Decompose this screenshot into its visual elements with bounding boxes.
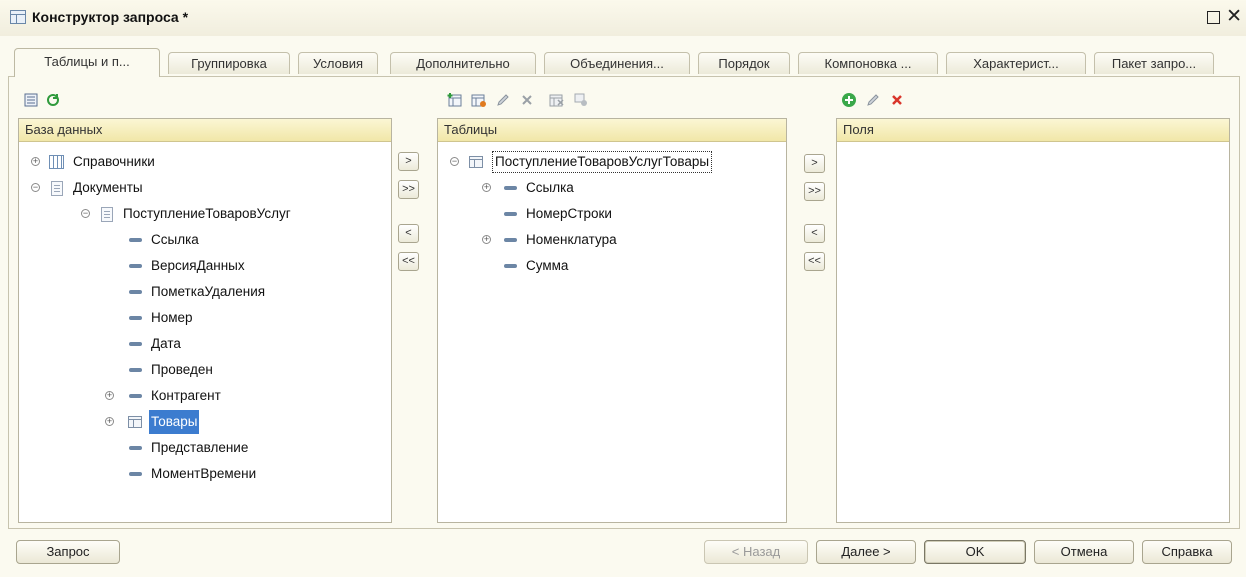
- tables-panel[interactable]: Таблицы − ПоступлениеТоваровУслугТовары …: [437, 118, 787, 523]
- edit-icon[interactable]: [494, 91, 512, 109]
- tab-composition[interactable]: Компоновка ...: [798, 52, 938, 74]
- document-icon: [101, 207, 113, 222]
- tree-item-label: МоментВремени: [151, 466, 257, 481]
- database-panel-header: База данных: [19, 119, 391, 142]
- replace-table-icon[interactable]: [548, 91, 566, 109]
- maximize-icon[interactable]: [1207, 11, 1220, 24]
- tab-additional[interactable]: Дополнительно: [390, 52, 536, 74]
- tree-item-label: ВерсияДанных: [151, 258, 245, 273]
- collapse-icon[interactable]: −: [81, 209, 90, 218]
- edit-field-icon[interactable]: [864, 91, 882, 109]
- tree-item-label: Номер: [151, 310, 193, 325]
- tab-conditions[interactable]: Условия: [298, 52, 378, 74]
- add-field-icon[interactable]: [840, 91, 858, 109]
- field-icon: [504, 186, 517, 190]
- tree-item-label: НомерСтроки: [526, 206, 612, 221]
- add-table-icon[interactable]: [446, 91, 464, 109]
- field-icon: [504, 212, 517, 216]
- tables-panel-header: Таблицы: [438, 119, 786, 142]
- fields-panel-header: Поля: [837, 119, 1229, 142]
- expand-icon[interactable]: +: [482, 235, 491, 244]
- fields-panel[interactable]: Поля: [836, 118, 1230, 523]
- tab-unions[interactable]: Объединения...: [544, 52, 690, 74]
- field-icon: [129, 316, 142, 320]
- add-all-fields-button[interactable]: >>: [804, 182, 825, 201]
- tab-tables[interactable]: Таблицы и п...: [14, 48, 160, 77]
- add-table-button[interactable]: >: [398, 152, 419, 171]
- catalog-icon: [49, 155, 64, 169]
- tree-item-label: Представление: [151, 440, 249, 455]
- expand-icon[interactable]: +: [482, 183, 491, 192]
- remove-field-button[interactable]: <: [804, 224, 825, 243]
- collapse-icon[interactable]: −: [31, 183, 40, 192]
- tree-item-label: Документы: [73, 180, 143, 195]
- window-title: Конструктор запроса *: [32, 9, 189, 25]
- delete-field-icon[interactable]: [888, 91, 906, 109]
- tab-query-batch[interactable]: Пакет запро...: [1094, 52, 1214, 74]
- remove-all-fields-button[interactable]: <<: [804, 252, 825, 271]
- back-button[interactable]: < Назад: [704, 540, 808, 564]
- field-icon: [129, 238, 142, 242]
- tab-order[interactable]: Порядок: [698, 52, 790, 74]
- help-button[interactable]: Справка: [1142, 540, 1232, 564]
- title-bar: Конструктор запроса * ✕: [0, 0, 1246, 36]
- expand-icon[interactable]: +: [105, 417, 114, 426]
- tree-item-label: Дата: [151, 336, 181, 351]
- field-icon: [129, 342, 142, 346]
- tab-characteristics[interactable]: Характерист...: [946, 52, 1086, 74]
- table-icon: [469, 156, 483, 168]
- tree-item-label: Товары: [149, 410, 200, 434]
- tree-item-label: Сумма: [526, 258, 569, 273]
- tree-item-label: Справочники: [73, 154, 155, 169]
- tree-item-label: ПоступлениеТоваровУслугТовары: [492, 151, 713, 173]
- close-icon[interactable]: ✕: [1226, 6, 1242, 28]
- collapse-icon[interactable]: −: [450, 157, 459, 166]
- add-field-button[interactable]: >: [804, 154, 825, 173]
- tree-item-label: Ссылка: [526, 180, 574, 195]
- query-table-icon: [10, 10, 26, 24]
- add-nested-query-icon[interactable]: [470, 91, 488, 109]
- tab-bar: Таблицы и п... Группировка Условия Допол…: [8, 46, 1240, 77]
- tree-item-label: Контрагент: [151, 388, 221, 403]
- tree-item-label: Ссылка: [151, 232, 199, 247]
- database-refresh-icon[interactable]: [44, 91, 62, 109]
- expand-icon[interactable]: +: [31, 157, 40, 166]
- tree-item-label: Проведен: [151, 362, 213, 377]
- tree-item-label: ПометкаУдаления: [151, 284, 266, 299]
- field-icon: [129, 446, 142, 450]
- table-icon: [128, 416, 142, 428]
- field-icon: [129, 368, 142, 372]
- field-icon: [129, 264, 142, 268]
- next-button[interactable]: Далее >: [816, 540, 916, 564]
- query-button[interactable]: Запрос: [16, 540, 120, 564]
- query-list-icon[interactable]: [22, 91, 40, 109]
- remove-all-tables-button[interactable]: <<: [398, 252, 419, 271]
- tab-grouping[interactable]: Группировка: [168, 52, 290, 74]
- add-all-tables-button[interactable]: >>: [398, 180, 419, 199]
- options-icon[interactable]: [572, 91, 590, 109]
- tree-item-label: Номенклатура: [526, 232, 617, 247]
- field-icon: [129, 290, 142, 294]
- field-icon: [504, 238, 517, 242]
- document-icon: [51, 181, 63, 196]
- ok-button[interactable]: OK: [924, 540, 1026, 564]
- tree-item-label: ПоступлениеТоваровУслуг: [123, 206, 291, 221]
- query-builder-window: Конструктор запроса * ✕ Таблицы и п... Г…: [0, 0, 1246, 577]
- field-icon: [129, 472, 142, 476]
- database-panel[interactable]: База данных + Справочники − Документы − …: [18, 118, 392, 523]
- delete-icon[interactable]: [518, 91, 536, 109]
- cancel-button[interactable]: Отмена: [1034, 540, 1134, 564]
- field-icon: [504, 264, 517, 268]
- field-icon: [129, 394, 142, 398]
- expand-icon[interactable]: +: [105, 391, 114, 400]
- remove-table-button[interactable]: <: [398, 224, 419, 243]
